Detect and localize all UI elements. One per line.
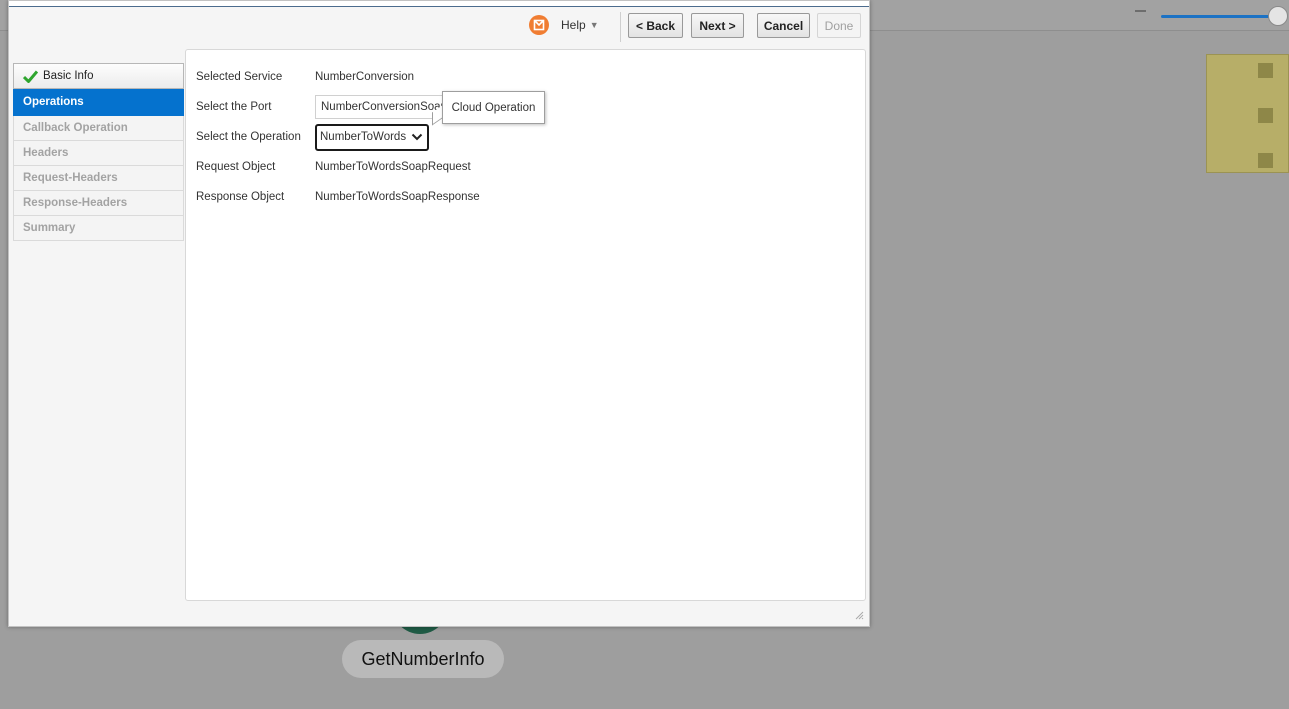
chevron-down-icon xyxy=(411,133,423,141)
zoom-slider-track[interactable] xyxy=(1161,15,1279,18)
zoom-slider-handle[interactable] xyxy=(1268,6,1288,26)
port-row: Select the Port NumberConversionSoap xyxy=(196,95,447,119)
train-step-basic-info[interactable]: Basic Info xyxy=(13,63,184,89)
next-button[interactable]: Next > xyxy=(691,13,744,38)
train-step-label: Operations xyxy=(23,96,84,108)
train-step-callback-operation: Callback Operation xyxy=(13,116,184,141)
request-object-row: Request Object NumberToWordsSoapRequest xyxy=(196,157,471,177)
operation-select-value: NumberToWords xyxy=(320,131,407,143)
request-object-label: Request Object xyxy=(196,161,276,173)
wizard-toolbar: Help ▼ < Back Next > Cancel Done xyxy=(9,7,869,45)
operations-panel: Selected Service NumberConversion Select… xyxy=(185,49,866,601)
train-step-summary: Summary xyxy=(13,216,184,241)
selected-service-row: Selected Service NumberConversion xyxy=(196,67,414,87)
done-button: Done xyxy=(817,13,861,38)
note-handle xyxy=(1258,153,1273,168)
train-step-label: Headers xyxy=(23,147,69,159)
back-button[interactable]: < Back xyxy=(628,13,683,38)
help-label: Help xyxy=(561,18,586,32)
train-step-label: Summary xyxy=(23,222,76,234)
operation-select[interactable]: NumberToWords xyxy=(315,123,429,151)
port-label: Select the Port xyxy=(196,101,272,113)
train-step-label: Basic Info xyxy=(43,70,94,82)
flag-icon[interactable] xyxy=(529,15,549,35)
adapter-wizard-dialog: Help ▼ < Back Next > Cancel Done Basic I… xyxy=(8,0,870,627)
train-step-headers: Headers xyxy=(13,141,184,166)
train-step-label: Callback Operation xyxy=(23,122,128,134)
zoom-out-icon[interactable] xyxy=(1135,10,1146,12)
port-select[interactable]: NumberConversionSoap xyxy=(315,95,447,119)
cancel-button[interactable]: Cancel xyxy=(757,13,810,38)
selected-service-value: NumberConversion xyxy=(315,71,415,83)
response-object-label: Response Object xyxy=(196,191,285,203)
train-step-response-headers: Response-Headers xyxy=(13,191,184,216)
note-handle xyxy=(1258,63,1273,78)
operation-row: Select the Operation NumberToWords xyxy=(196,123,429,151)
wizard-train: Basic Info Operations Callback Operation… xyxy=(13,63,184,241)
help-menu[interactable]: Help ▼ xyxy=(561,18,599,32)
canvas-node-label[interactable]: GetNumberInfo xyxy=(342,640,504,678)
request-object-value: NumberToWordsSoapRequest xyxy=(315,161,471,173)
selected-service-label: Selected Service xyxy=(196,71,283,83)
resize-grip-icon[interactable] xyxy=(855,611,864,620)
train-step-label: Request-Headers xyxy=(23,172,118,184)
response-object-value: NumberToWordsSoapResponse xyxy=(315,191,480,203)
toolbar-divider xyxy=(620,12,621,42)
operation-label: Select the Operation xyxy=(196,131,301,143)
note-handle xyxy=(1258,108,1273,123)
canvas-note-card[interactable] xyxy=(1206,54,1289,173)
caret-down-icon: ▼ xyxy=(589,20,599,30)
train-step-label: Response-Headers xyxy=(23,197,128,209)
operation-tooltip: Cloud Operation xyxy=(442,91,545,124)
train-step-operations[interactable]: Operations xyxy=(13,89,184,116)
train-step-request-headers: Request-Headers xyxy=(13,166,184,191)
checkmark-icon xyxy=(23,70,38,83)
response-object-row: Response Object NumberToWordsSoapRespons… xyxy=(196,187,480,207)
